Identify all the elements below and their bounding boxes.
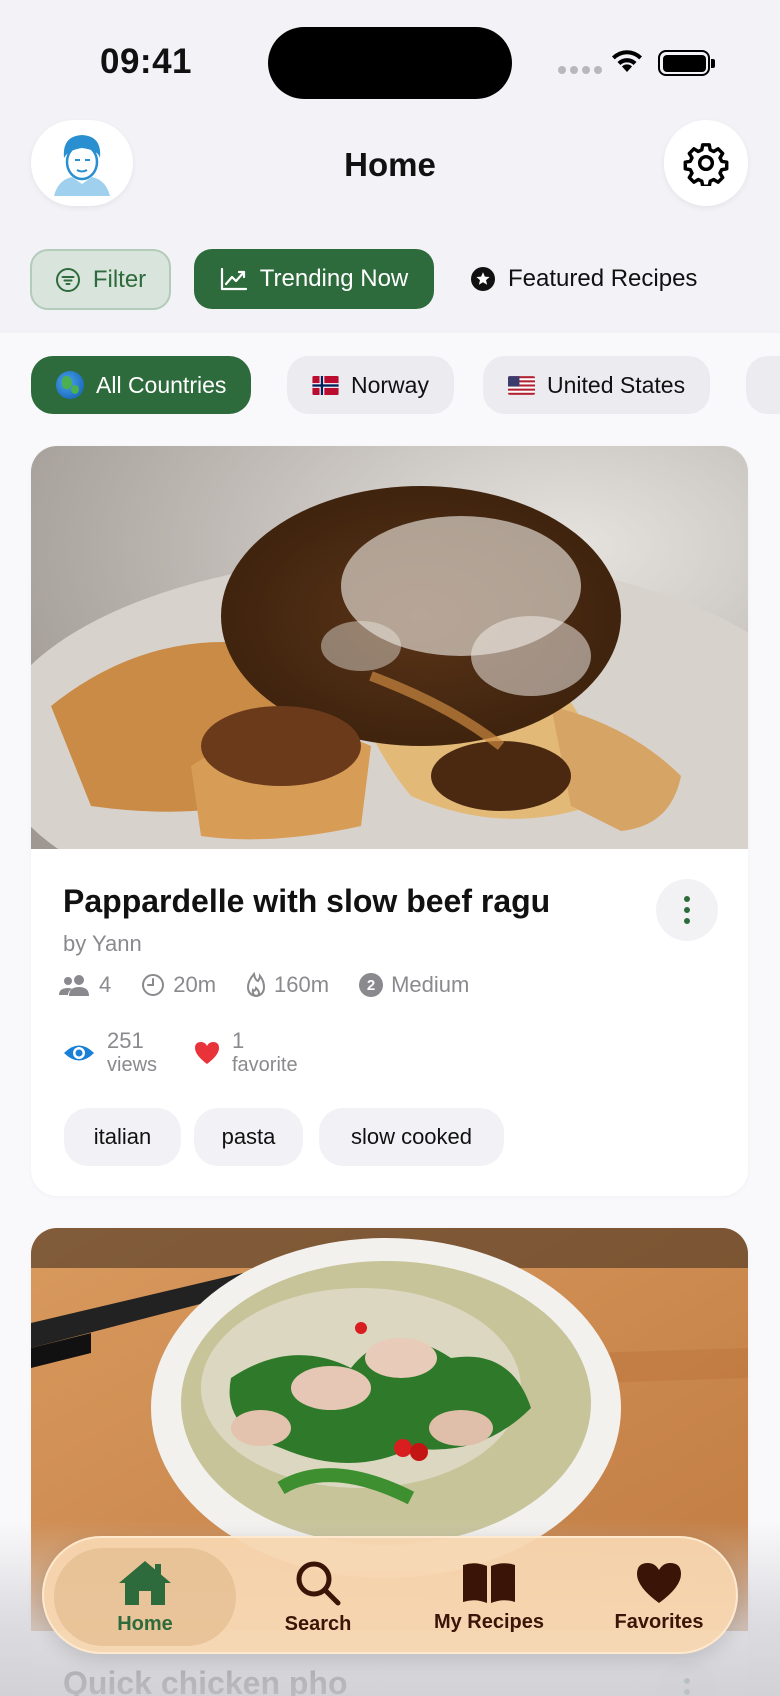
book-icon [463,1562,515,1603]
tab-search-label: Search [284,1612,352,1635]
recipe-title: Quick chicken pho [63,1665,348,1696]
prep-time-value: 20m [173,972,217,997]
tab-my-recipes[interactable]: My Recipes [404,1538,574,1656]
wifi-icon [612,50,642,72]
country-chip-all[interactable]: All Countries [31,356,252,414]
tab-home-label: Home [117,1612,173,1635]
filter-label: Filter [92,265,147,293]
country-label: Norway [351,371,429,398]
star-circle-icon [471,267,495,291]
country-chip-united-states[interactable]: United States [483,356,711,414]
favorites-stat: 1 favorite [194,1029,298,1077]
heart-icon [195,1042,219,1064]
tab-my-recipes-label: My Recipes [433,1610,545,1633]
battery-icon [658,50,715,76]
tag-chip[interactable]: slow cooked [319,1108,504,1166]
eye-icon [64,1045,94,1061]
servings: 4 [59,972,111,998]
views-count: 251 [107,1028,144,1053]
tab-favorites-label: Favorites [614,1610,704,1633]
heart-icon [637,1562,681,1603]
trending-now-tab[interactable]: Trending Now [194,249,434,309]
more-options-button[interactable] [656,1661,718,1696]
country-label: United States [547,371,686,398]
filter-button[interactable]: Filter [30,249,171,310]
views-stat: 251 views [63,1029,157,1077]
country-chip-more[interactable] [746,356,780,414]
globe-icon [56,371,84,399]
settings-button[interactable] [664,120,748,206]
tag-chip[interactable]: italian [64,1108,181,1166]
cellular-signal-icon [558,66,602,74]
status-bar: 09:41 [0,0,780,120]
featured-recipes-tab[interactable]: Featured Recipes [470,249,697,309]
recipe-title: Pappardelle with slow beef ragu [63,883,551,919]
difficulty-value: Medium [391,972,470,997]
trending-now-label: Trending Now [259,265,409,292]
tab-favorites[interactable]: Favorites [584,1538,734,1656]
page-title: Home [344,146,436,183]
tab-search[interactable]: Search [244,1538,392,1656]
gear-icon [683,143,729,186]
dynamic-island [268,27,512,99]
recipe-card[interactable]: Pappardelle with slow beef ragu by Yann … [31,446,748,1196]
search-icon [296,1561,341,1605]
tab-bar: Home Search My Recipes Favorites [42,1536,738,1654]
country-chip-norway[interactable]: Norway [287,356,454,414]
more-vertical-icon [684,1678,690,1695]
recipe-photo [31,446,748,849]
featured-recipes-label: Featured Recipes [508,265,698,292]
recipe-author: by Yann [63,931,142,956]
house-icon [119,1560,171,1605]
more-options-button[interactable] [656,879,718,941]
norway-flag-icon [312,375,339,395]
country-label: All Countries [96,371,227,398]
prep-time: 20m [141,972,216,998]
cook-time: 160m [246,972,329,998]
favorites-label: favorite [232,1054,298,1076]
difficulty-level-icon: 2 [359,973,384,997]
clock-icon [142,974,165,996]
recipe-meta: 4 20m 160m 2 Medium [59,972,469,998]
favorites-count: 1 [232,1028,245,1053]
cook-time-value: 160m [274,972,330,997]
status-time: 09:41 [100,42,193,81]
people-icon [59,975,89,996]
more-vertical-icon [684,896,690,924]
us-flag-icon [508,375,535,395]
tab-home[interactable]: Home [54,1538,236,1656]
tag-chip[interactable]: pasta [194,1108,303,1166]
views-label: views [107,1054,158,1076]
filter-icon [55,267,80,292]
flame-icon [247,972,266,998]
difficulty: 2 Medium [359,972,469,998]
servings-value: 4 [99,972,112,997]
trending-chart-icon [220,267,247,291]
pasta-dish-illustration [31,446,748,849]
